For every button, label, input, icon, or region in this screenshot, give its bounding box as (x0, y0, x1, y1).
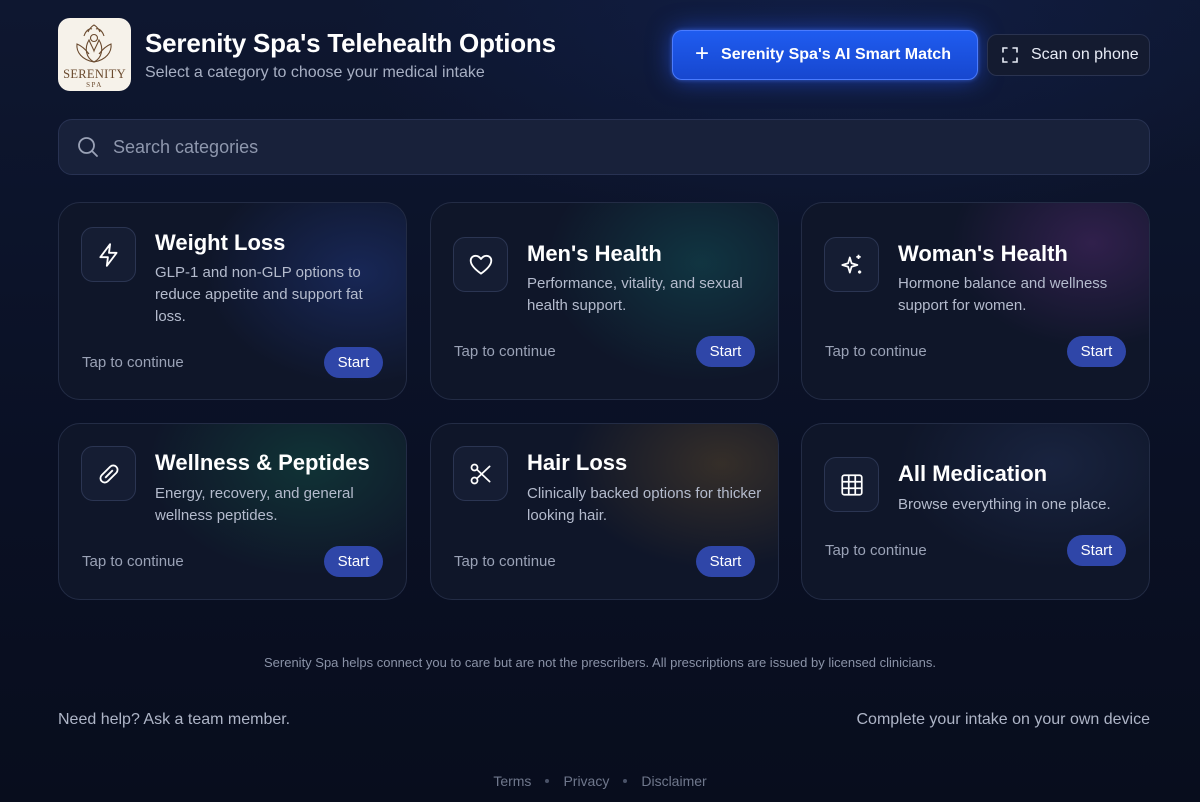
mens-health-icon-box (453, 237, 508, 292)
card-title: Wellness & Peptides (155, 450, 370, 475)
sparkles-icon (840, 254, 861, 274)
card-title: Hair Loss (527, 450, 628, 475)
terms-link[interactable]: Terms (493, 773, 531, 789)
card-title: Woman's Health (898, 241, 1068, 266)
own-device-text: Complete your intake on your own device (856, 711, 1151, 728)
logo-text: SERENITY (63, 67, 126, 81)
start-button[interactable]: Start (696, 336, 755, 367)
lightning-icon (98, 242, 118, 267)
scissors-icon (470, 463, 491, 484)
wellness-icon-box (81, 446, 136, 501)
card-womans-health[interactable]: Woman's Health Hormone balance and welln… (801, 202, 1150, 400)
pill-icon (99, 464, 118, 483)
tap-to-continue: Tap to continue (82, 354, 184, 371)
header: SERENITY SPA Serenity Spa's Telehealth O… (58, 18, 1150, 92)
card-description: Performance, vitality, and sexual health… (527, 275, 743, 314)
help-text: Need help? Ask a team member. (58, 711, 291, 728)
card-all-medication[interactable]: All Medication Browse everything in one … (801, 423, 1150, 600)
tap-to-continue: Tap to continue (825, 542, 927, 559)
card-wellness-peptides[interactable]: Wellness & Peptides Energy, recovery, an… (58, 423, 407, 600)
card-weight-loss[interactable]: Weight Loss GLP-1 and non-GLP options to… (58, 202, 407, 400)
prescriber-disclaimer: Serenity Spa helps connect you to care b… (263, 655, 937, 670)
scan-on-phone-button[interactable]: Scan on phone (987, 34, 1150, 76)
scan-frame-icon (1002, 47, 1018, 63)
start-button[interactable]: Start (1067, 535, 1126, 566)
page-subtitle: Select a category to choose your medical… (145, 64, 485, 81)
card-description: Hormone balance and wellness support for… (898, 275, 1108, 314)
tap-to-continue: Tap to continue (825, 343, 927, 360)
card-title: Weight Loss (155, 230, 286, 255)
separator-dot (623, 779, 628, 783)
card-title: All Medication (898, 461, 1048, 486)
tap-to-continue: Tap to continue (454, 343, 556, 360)
womans-health-icon-box (824, 237, 879, 292)
all-medication-icon-box (824, 457, 879, 512)
privacy-link[interactable]: Privacy (563, 773, 609, 789)
start-button[interactable]: Start (324, 347, 383, 378)
card-description: Energy, recovery, and general wellness p… (155, 485, 354, 524)
hair-loss-icon-box (453, 446, 508, 501)
ai-smart-match-button[interactable]: + Serenity Spa's AI Smart Match (672, 30, 978, 80)
heart-icon (469, 254, 492, 275)
search-bar[interactable] (58, 119, 1150, 175)
tap-to-continue: Tap to continue (82, 553, 184, 570)
search-icon (78, 137, 98, 157)
plus-icon: + (695, 40, 710, 67)
card-hair-loss[interactable]: Hair Loss Clinically backed options for … (430, 423, 779, 600)
start-button[interactable]: Start (324, 546, 383, 577)
search-input[interactable] (113, 136, 1013, 158)
ai-smart-match-label: Serenity Spa's AI Smart Match (721, 46, 951, 63)
card-description: GLP-1 and non-GLP options to reduce appe… (155, 264, 363, 325)
card-description: Browse everything in one place. (898, 496, 1111, 513)
serenity-spa-logo: SERENITY SPA (58, 18, 131, 91)
separator-dot (545, 779, 550, 783)
card-mens-health[interactable]: Men's Health Performance, vitality, and … (430, 202, 779, 400)
grid-icon (840, 473, 863, 496)
page-title: Serenity Spa's Telehealth Options (145, 28, 556, 58)
tap-to-continue: Tap to continue (454, 553, 556, 570)
weight-loss-icon-box (81, 227, 136, 282)
footer-links: Terms Privacy Disclaimer (0, 773, 1200, 789)
logo-subtext: SPA (86, 81, 103, 89)
start-button[interactable]: Start (1067, 336, 1126, 367)
start-button[interactable]: Start (696, 546, 755, 577)
scan-on-phone-label: Scan on phone (1031, 46, 1139, 63)
card-title: Men's Health (527, 241, 662, 266)
card-description: Clinically backed options for thicker lo… (527, 485, 762, 524)
disclaimer-link[interactable]: Disclaimer (641, 773, 706, 789)
